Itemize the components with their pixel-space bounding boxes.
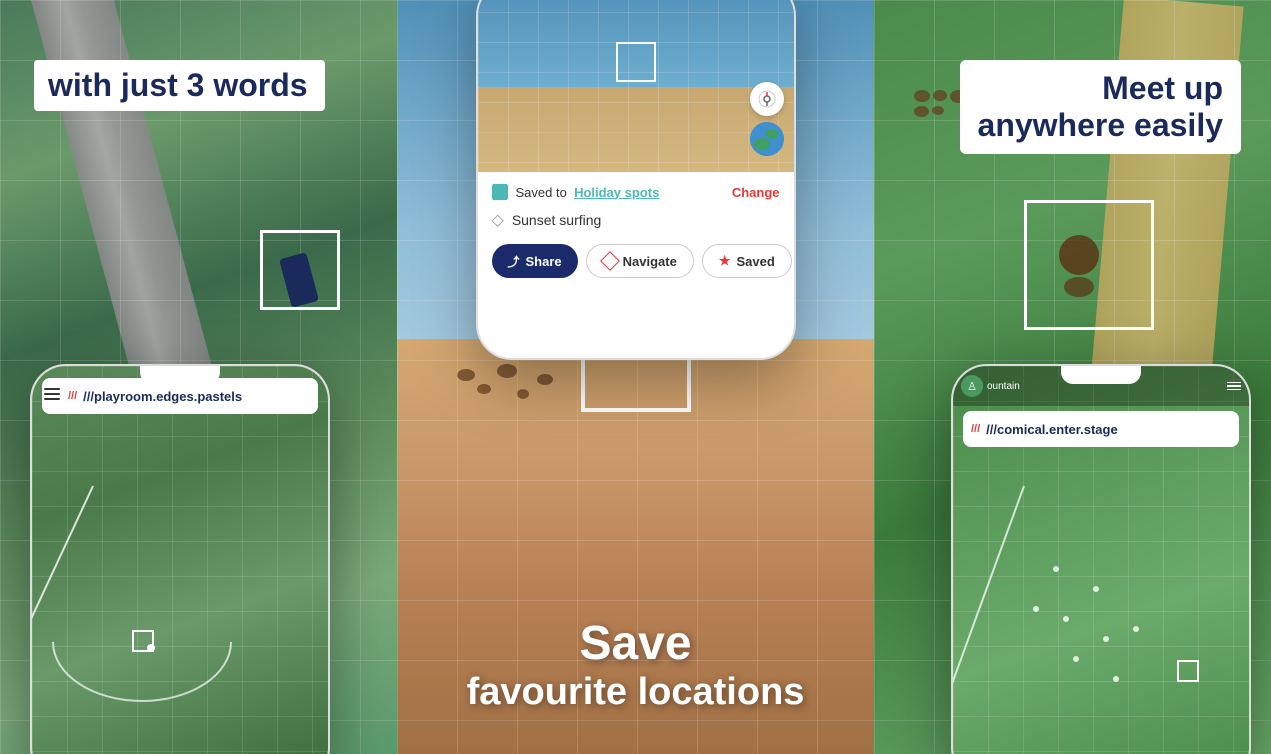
map-dot-6 [1073,656,1079,662]
w3w-address-right: ///comical.enter.stage [986,422,1118,437]
map-dot-1 [1053,566,1059,572]
teal-indicator [492,184,508,200]
map-dot-4 [1033,606,1039,612]
share-button[interactable]: ⤴ Share [492,244,578,278]
phone-search-bar-right[interactable]: /// ///comical.enter.stage [963,411,1239,447]
bottom-text-middle: Save favourite locations [467,616,805,714]
location-square-left [260,230,340,310]
right-panel: Meet up anywhere easily ♙ ountain [874,0,1271,754]
fountain-label: ♙ ountain [961,375,1020,397]
right-headline-box: Meet up anywhere easily [960,60,1241,154]
location-name: Sunset surfing [512,212,602,228]
saved-text: Saved to Holiday spots [516,185,660,200]
person-1 [914,90,930,102]
phone-card-ui: Saved to Holiday spots Change ◇ Sunset s… [478,172,794,290]
location-row: ◇ Sunset surfing [492,210,780,230]
headline-box-2: with just 3 words [34,60,322,111]
map-dot-5 [1103,636,1109,642]
phone-screen-bg-left: /// ///playroom.edges.pastels [32,366,328,754]
save-subtext: favourite locations [467,671,805,714]
compass-button[interactable] [750,82,784,116]
person-2 [933,90,947,101]
w3w-address-left: ///playroom.edges.pastels [83,389,242,404]
pin-icon: ◇ [492,210,504,230]
phone-left: /// ///playroom.edges.pastels [30,364,330,754]
change-button[interactable]: Change [732,185,780,200]
globe-button[interactable] [750,122,784,156]
hamburger-menu-left[interactable] [44,388,60,400]
saved-info: Saved to Holiday spots [492,184,660,200]
map-location-square [616,42,656,82]
phone-notch-left [140,366,220,384]
person-in-square [1059,235,1099,297]
action-buttons: ⤴ Share Navigate ★ Saved [492,244,780,278]
map-dot-2 [1093,586,1099,592]
phone-screen-right: ♙ ountain /// ///comical.enter.stage [953,366,1249,754]
map-dot-7 [1113,676,1119,682]
saved-row: Saved to Holiday spots Change [492,184,780,200]
small-loc-sq-right-1 [1177,660,1199,682]
right-headline: Meet up anywhere easily [978,70,1223,144]
map-dot-3 [1063,616,1069,622]
star-icon: ★ [719,253,731,269]
collection-link[interactable]: Holiday spots [574,185,659,200]
share-icon: ⤴ [508,253,520,270]
left-panel: Find any location with just 3 words [0,0,397,754]
headline-line2: with just 3 words [48,68,308,103]
middle-panel: Saved to Holiday spots Change ◇ Sunset s… [397,0,874,754]
phone-notch-right [1061,366,1141,384]
person-6 [932,106,944,115]
phone-screen-bg-right: ♙ ountain /// ///comical.enter.stage [953,366,1249,754]
small-location-square-left [132,630,154,652]
person-5 [914,106,929,117]
saved-button[interactable]: ★ Saved [702,244,792,278]
phone-right: ♙ ountain /// ///comical.enter.stage [951,364,1251,754]
phone-top-screen: Saved to Holiday spots Change ◇ Sunset s… [478,0,794,358]
navigate-icon [600,251,620,271]
save-headline: Save [467,616,805,671]
phone-top-map [478,0,794,172]
phone-screen-left: /// ///playroom.edges.pastels [32,366,328,754]
phone-top: Saved to Holiday spots Change ◇ Sunset s… [476,0,796,360]
map-dot-8 [1133,626,1139,632]
navigate-button[interactable]: Navigate [586,244,694,278]
